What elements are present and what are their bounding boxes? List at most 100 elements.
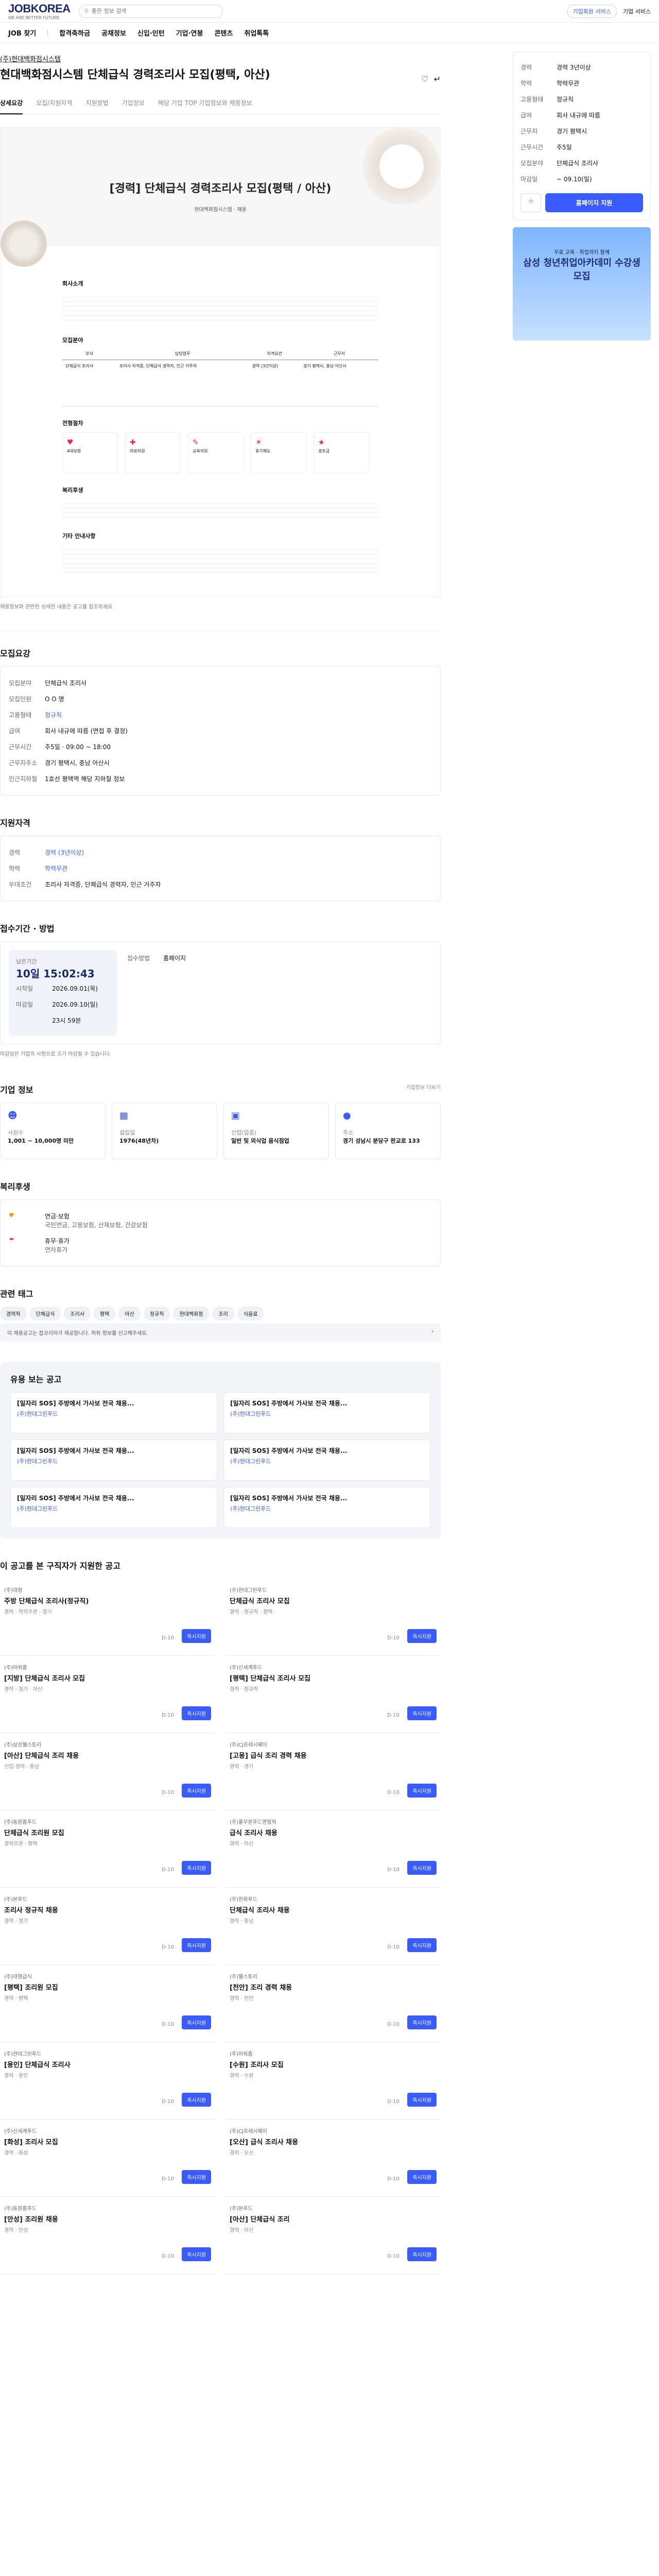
sidebar: 경력 경력 3년이상 학력 학력무관 고용형태 정규직 급여 회사 내규에 따름 근무지 경기 평…	[513, 43, 651, 2279]
nav-public[interactable]: 공채정보	[101, 28, 126, 38]
search-input[interactable]	[91, 8, 217, 14]
tag[interactable]: 조리	[212, 1306, 234, 1320]
star-icon[interactable]: ☆	[521, 193, 541, 212]
list-meta: 경력 · 정규직 · 평택	[230, 1609, 273, 1615]
recommend-card[interactable]: [일자리 SOS] 주방에서 가사보 전국 채용... (주)현대그린푸드	[223, 1392, 430, 1433]
apply-now-button[interactable]: 즉시지원	[182, 2015, 211, 2029]
tab-top[interactable]: 해당 기업 TOP 기업정보와 채용정보	[158, 92, 252, 114]
apply-now-button[interactable]: 즉시지원	[407, 2092, 437, 2107]
nav-entry[interactable]: 신입·인턴	[137, 28, 165, 38]
job-list-item[interactable]: (주)대형급식 [평택] 조리원 모집 경력 · 평택 D-10 즉시지원	[0, 1965, 215, 2042]
tab-qualification[interactable]: 모집/지원자격	[36, 92, 72, 114]
list-company: (주)아워홈	[230, 2051, 253, 2057]
list-dday: D-10	[161, 1944, 174, 1950]
apply-now-button[interactable]: 즉시지원	[182, 1706, 211, 1720]
apply-now-button[interactable]: 즉시지원	[407, 1629, 437, 1643]
tag[interactable]: 조리사	[64, 1306, 91, 1320]
list-company: (주)CJ프레시웨이	[230, 2128, 267, 2134]
nav-bonus[interactable]: 합격축하금	[59, 28, 90, 38]
apply-now-button[interactable]: 즉시지원	[182, 1629, 211, 1643]
search-box[interactable]: ⚲	[78, 4, 223, 18]
benefit-card: ♥ 4대보험	[62, 432, 118, 473]
job-list-item[interactable]: (주)동원홈푸드 단체급식 조리원 모집 경력무관 · 평택 D-10 즉시지원	[0, 1810, 215, 1888]
book-icon: ✎	[193, 438, 199, 447]
ad-banner[interactable]: 무료 교육 · 취업까지 함께 삼성 청년취업아카데미 수강생 모집	[513, 227, 651, 341]
recommend-card[interactable]: [일자리 SOS] 주방에서 가사보 전국 채용... (주)현대그린푸드	[10, 1439, 217, 1481]
table-cell: 경력 (3년이상)	[249, 360, 300, 406]
corp-member-link[interactable]: 기업회원 서비스	[567, 4, 617, 18]
tag[interactable]: 아산	[118, 1306, 141, 1320]
nav-contents[interactable]: 콘텐츠	[214, 28, 233, 38]
nav-job[interactable]: JOB 찾기	[8, 28, 36, 38]
tag[interactable]: 정규직	[143, 1306, 170, 1320]
people-icon: ☻	[8, 1110, 18, 1121]
row-key: 접수방법	[127, 954, 150, 962]
tab-company[interactable]: 기업정보	[122, 92, 145, 114]
company-more-link[interactable]: 기업정보 더보기	[406, 1083, 441, 1095]
apply-now-button[interactable]: 즉시지원	[407, 2170, 437, 2184]
nav-talk[interactable]: 취업톡톡	[244, 28, 269, 38]
job-list-item[interactable]: (주)본푸드 조리사 정규직 채용 경력 · 경기 D-10 즉시지원	[0, 1888, 215, 1965]
list-dday: D-10	[387, 2176, 400, 2182]
apply-now-button[interactable]: 즉시지원	[407, 2247, 437, 2261]
list-title: [평택] 조리원 모집	[4, 1984, 58, 1992]
tag[interactable]: 평택	[94, 1306, 116, 1320]
card-company: (주)현대그린푸드	[17, 1458, 58, 1465]
apply-now-button[interactable]: 즉시지원	[407, 1783, 437, 1798]
apply-now-button[interactable]: 즉시지원	[182, 1783, 211, 1798]
tab-method[interactable]: 지원방법	[85, 92, 108, 114]
tab-detail[interactable]: 상세요강	[0, 92, 23, 114]
recommend-card[interactable]: [일자리 SOS] 주방에서 가사보 전국 채용... (주)현대그린푸드	[10, 1392, 217, 1433]
tag[interactable]: 식음료	[237, 1306, 264, 1320]
apply-now-button[interactable]: 즉시지원	[182, 2247, 211, 2261]
job-list-item[interactable]: (주)CJ프레시웨이 [고용] 급식 조리 경력 채용 경력 · 경기 D-10 즉시지…	[226, 1733, 441, 1810]
job-list-item[interactable]: (주)웰스토리 [천안] 조리 경력 채용 경력 · 천안 D-10 즉시지원	[226, 1965, 441, 2042]
share-icon[interactable]: ↵	[434, 74, 441, 84]
logo[interactable]: JOBKOREA WE ARE BETTER FUTURE	[8, 2, 71, 20]
apply-now-button[interactable]: 즉시지원	[182, 2170, 211, 2184]
nav-company[interactable]: 기업·연봉	[176, 28, 203, 38]
job-list-item[interactable]: (주)본푸드 [아산] 단체급식 조리 경력 · 아산 D-10 즉시지원	[226, 2197, 441, 2274]
tag[interactable]: 현대백화점	[173, 1306, 210, 1320]
company-name[interactable]: (주)현대백화점시스템	[0, 43, 441, 65]
recommend-card[interactable]: [일자리 SOS] 주방에서 가사보 전국 채용... (주)현대그린푸드	[223, 1439, 430, 1481]
job-list-item[interactable]: (주)아워홈 [수원] 조리사 모집 경력 · 수원 D-10 즉시지원	[226, 2042, 441, 2120]
recommend-card[interactable]: [일자리 SOS] 주방에서 가사보 전국 채용... (주)현대그린푸드	[223, 1486, 430, 1528]
tag[interactable]: 경력직	[0, 1306, 27, 1320]
chevron-right-icon[interactable]: ›	[431, 1329, 433, 1336]
card-title: [일자리 SOS] 주방에서 가사보 전국 채용...	[17, 1447, 134, 1454]
job-list-item[interactable]: (주)풀무원푸드앤컬처 급식 조리사 채용 경력 · 아산 D-10 즉시지원	[226, 1810, 441, 1888]
job-list-item[interactable]: (주)아워홈 [지방] 단체급식 조리사 모집 경력 · 경기 · 아산 D-10 즉시…	[0, 1656, 215, 1733]
card-title: [일자리 SOS] 주방에서 가사보 전국 채용...	[230, 1399, 348, 1407]
apply-now-button[interactable]: 즉시지원	[407, 1706, 437, 1720]
job-list-item[interactable]: (주)CJ프레시웨이 [오산] 급식 조리사 채용 경력 · 오산 D-10 즉시지원	[226, 2120, 441, 2197]
apply-now-button[interactable]: 즉시지원	[407, 2015, 437, 2029]
summary-row: 모집분야 단체급식 조리사	[521, 155, 643, 171]
job-list-item[interactable]: (주)동원홈푸드 [안성] 조리원 채용 경력 · 안성 D-10 즉시지원	[0, 2197, 215, 2274]
table-head: 담당업무	[116, 349, 249, 360]
tag[interactable]: 단체급식	[29, 1306, 61, 1320]
report-text: 이 채용공고는 잡코리아가 제공합니다. 허위 정보를 신고해주세요.	[7, 1330, 148, 1336]
job-list-item[interactable]: (주)신세계푸드 [평택] 단체급식 조리사 모집 경력 · 정규직 D-10 즉시지원	[226, 1656, 441, 1733]
apply-now-button[interactable]: 즉시지원	[182, 2092, 211, 2107]
row-key: 학력	[521, 80, 532, 87]
apply-now-button[interactable]: 즉시지원	[407, 1860, 437, 1875]
job-list-item[interactable]: (주)현대그린푸드 단체급식 조리사 모집 경력 · 정규직 · 평택 D-10 즉시지…	[226, 1579, 441, 1656]
list-meta: 경력 · 경기	[230, 1764, 254, 1770]
logo-text: JOBKOREA	[8, 2, 71, 15]
job-list-item[interactable]: (주)삼성웰스토리 [아산] 단체급식 조리 채용 신입·경력 · 충남 D-10 즉시…	[0, 1733, 215, 1810]
apply-now-button[interactable]: 즉시지원	[182, 1860, 211, 1875]
list-meta: 경력 · 아산	[230, 2227, 254, 2233]
job-list-item[interactable]: (주)대형 주방 단체급식 조리사(정규직) 경력 · 학력무관 · 경기 D-10 즉…	[0, 1579, 215, 1656]
job-list-item[interactable]: (주)신세계푸드 [화성] 조리사 모집 경력 · 화성 D-10 즉시지원	[0, 2120, 215, 2197]
row-value: 학력무관	[45, 865, 68, 872]
apply-button[interactable]: 홈페이지 지원	[545, 193, 643, 212]
recommend-card[interactable]: [일자리 SOS] 주방에서 가사보 전국 채용... (주)현대그린푸드	[10, 1486, 217, 1528]
job-list-item[interactable]: (주)한화푸드 단체급식 조리사 채용 경력 · 충남 D-10 즉시지원	[226, 1888, 441, 1965]
corp-service-link[interactable]: 기업 서비스	[623, 7, 651, 15]
job-list-item[interactable]: (주)현대그린푸드 [용인] 단체급식 조리사 경력 · 용인 D-10 즉시지원	[0, 2042, 215, 2120]
apply-now-button[interactable]: 즉시지원	[182, 1938, 211, 1952]
heart-icon[interactable]: ♡	[421, 74, 428, 84]
apply-now-button[interactable]: 즉시지원	[407, 1938, 437, 1952]
card-company: (주)현대그린푸드	[17, 1505, 58, 1512]
